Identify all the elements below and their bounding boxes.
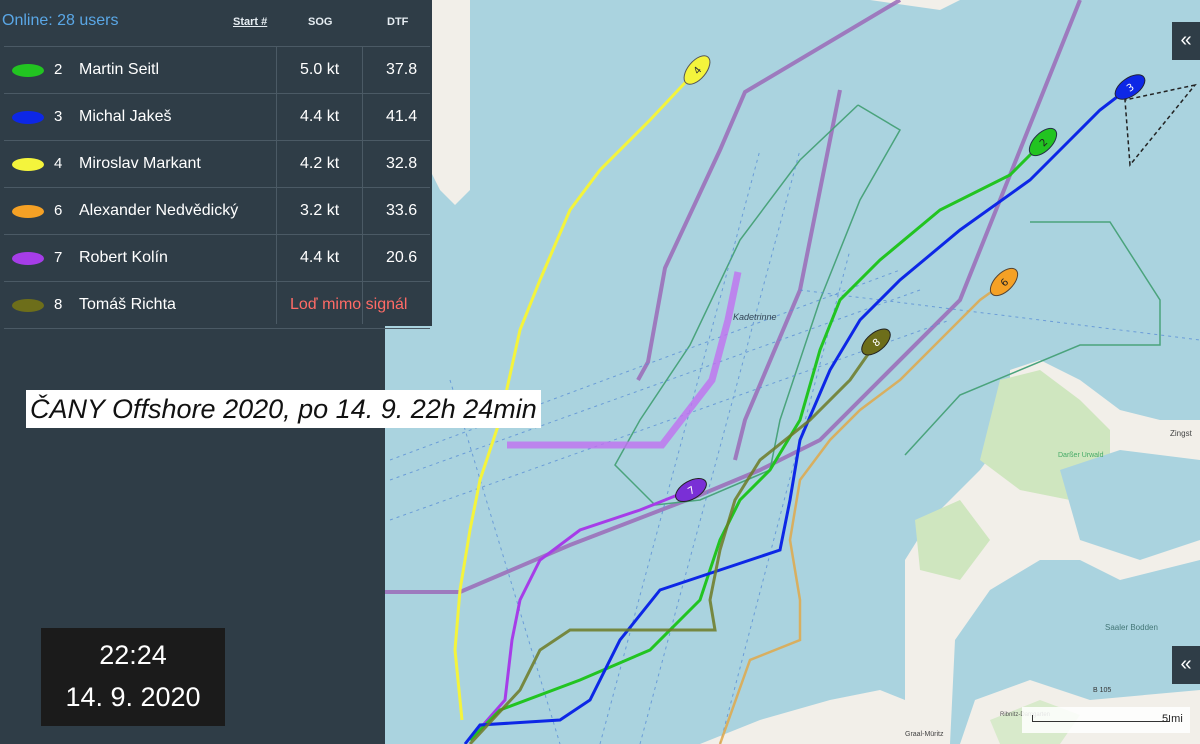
boat-row-8[interactable]: 8 Tomáš Richta Loď mimo signál [4,282,430,329]
label-saaler: Saaler Bodden [1105,623,1158,632]
boat-dtf: 41.4 [386,108,418,125]
boat-status: Loď mimo signál [290,296,408,313]
boat-color-icon [12,111,44,124]
boat-name: Miroslav Markant [79,155,201,172]
leaderboard-panel: Online: 28 users Start # SOG DTF 2 Marti… [0,0,432,329]
boat-sog: 4.4 kt [300,108,340,125]
overlay-caption: ČANY Offshore 2020, po 14. 9. 22h 24min [26,390,541,428]
boat-number: 6 [54,202,63,219]
boat-name: Martin Seitl [79,61,160,78]
boat-name: Michal Jakeš [79,108,172,125]
label-zingst: Zingst [1170,429,1193,438]
col-dtf-header: DTF [387,16,409,28]
left-bg [0,326,385,616]
boat-number: 7 [54,249,63,266]
boat-name: Tomáš Richta [79,296,176,313]
double-chevron-left-icon: « [1180,653,1192,675]
boat-row-3[interactable]: 3 Michal Jakeš 4.4 kt 41.4 [4,94,430,141]
boat-sog: 3.2 kt [300,202,340,219]
boat-dtf: 37.8 [386,61,418,78]
clock-time: 22:24 [99,640,167,670]
double-chevron-left-icon: « [1180,29,1192,51]
collapse-lower-panel-button[interactable]: « [1172,646,1200,684]
boat-row-6[interactable]: 6 Alexander Nedvědický 3.2 kt 33.6 [4,188,430,235]
boat-color-icon [12,299,44,312]
clock-date: 14. 9. 2020 [65,682,201,712]
boat-color-icon [12,64,44,77]
boat-color-icon [12,158,44,171]
boat-dtf: 33.6 [386,202,418,219]
scale-bar [1032,715,1170,722]
boat-color-icon [12,205,44,218]
scale-label: 5 mi [1162,713,1183,725]
map-scale: 5 mi [1022,707,1190,733]
boat-row-4[interactable]: 4 Miroslav Markant 4.2 kt 32.8 [4,141,430,188]
boat-list: 2 Martin Seitl 5.0 kt 37.8 3 Michal Jake… [4,46,430,329]
label-kadetrinne: Kadetrinne [733,312,777,322]
boat-sog: 5.0 kt [300,61,340,78]
boat-dtf: 20.6 [386,249,418,266]
collapse-panel-button[interactable]: « [1172,22,1200,60]
clock-overlay: 22:24 14. 9. 2020 [41,628,225,726]
boat-number: 8 [54,296,63,313]
leaderboard-header: Online: 28 users Start # SOG DTF [0,0,432,44]
col-sog-header: SOG [308,16,333,28]
boat-name: Alexander Nedvědický [79,202,239,219]
boat-number: 2 [54,61,63,78]
boat-number: 4 [54,155,63,172]
boat-color-icon [12,252,44,265]
label-graal: Graal-Müritz [905,731,944,738]
label-road: B 105 [1093,687,1111,694]
boat-name: Robert Kolín [79,249,168,266]
col-start-header[interactable]: Start # [233,16,267,28]
boat-dtf: 32.8 [386,155,418,172]
boat-row-2[interactable]: 2 Martin Seitl 5.0 kt 37.8 [4,47,430,94]
boat-row-7[interactable]: 7 Robert Kolín 4.4 kt 20.6 [4,235,430,282]
label-darsser: Darßer Urwald [1058,452,1104,459]
boat-number: 3 [54,108,63,125]
boat-sog: 4.2 kt [300,155,340,172]
boat-sog: 4.4 kt [300,249,340,266]
online-users: Online: 28 users [2,12,119,29]
